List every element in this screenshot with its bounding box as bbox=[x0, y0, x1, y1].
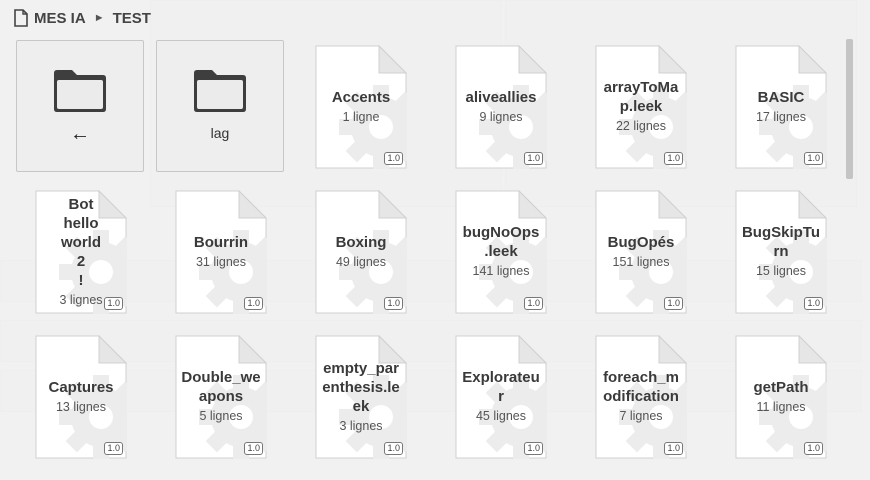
file-tile[interactable]: BASIC 17 lignes 1.0 bbox=[735, 45, 827, 169]
version-badge: 1.0 bbox=[384, 297, 403, 310]
document-icon bbox=[35, 335, 127, 459]
file-tile[interactable]: Accents 1 ligne 1.0 bbox=[315, 45, 407, 169]
file-line-count: 151 lignes bbox=[612, 255, 670, 269]
file-tile[interactable]: Boxing 49 lignes 1.0 bbox=[315, 190, 407, 314]
version-badge: 1.0 bbox=[384, 152, 403, 165]
version-badge: 1.0 bbox=[104, 442, 123, 455]
version-badge: 1.0 bbox=[524, 297, 543, 310]
file-name: Boxing bbox=[335, 234, 387, 251]
folder-icon bbox=[192, 67, 248, 118]
document-icon bbox=[175, 190, 267, 314]
file-line-count: 1 ligne bbox=[342, 110, 380, 124]
file-grid: ← lag Accents 1 ligne 1.0 aliveallies 9 lign… bbox=[0, 0, 840, 480]
file-tile[interactable]: empty_par enthesis.le ek 3 lignes 1.0 bbox=[315, 335, 407, 459]
file-name: empty_par enthesis.le ek bbox=[322, 360, 400, 415]
file-tile[interactable]: Double_we apons 5 lignes 1.0 bbox=[175, 335, 267, 459]
file-name: foreach_m odification bbox=[603, 369, 679, 405]
file-line-count: 7 lignes bbox=[619, 409, 663, 423]
version-badge: 1.0 bbox=[244, 442, 263, 455]
file-line-count: 45 lignes bbox=[475, 409, 527, 423]
file-name: getPath bbox=[753, 379, 809, 396]
document-icon bbox=[315, 45, 407, 169]
version-badge: 1.0 bbox=[664, 297, 683, 310]
file-line-count: 141 lignes bbox=[472, 264, 530, 278]
file-tile[interactable]: BugSkipTu rn 15 lignes 1.0 bbox=[735, 190, 827, 314]
version-badge: 1.0 bbox=[804, 152, 823, 165]
file-tile[interactable]: Captures 13 lignes 1.0 bbox=[35, 335, 127, 459]
file-name: arrayToMa p.leek bbox=[603, 79, 679, 115]
document-icon bbox=[735, 335, 827, 459]
file-name: BASIC bbox=[757, 89, 805, 106]
file-line-count: 22 lignes bbox=[615, 119, 667, 133]
version-badge: 1.0 bbox=[244, 297, 263, 310]
document-icon bbox=[735, 45, 827, 169]
file-name: bugNoOps .leek bbox=[462, 224, 540, 260]
file-line-count: 31 lignes bbox=[195, 255, 247, 269]
version-badge: 1.0 bbox=[664, 152, 683, 165]
version-badge: 1.0 bbox=[524, 442, 543, 455]
document-icon bbox=[315, 190, 407, 314]
file-name: Bot hello world 2! bbox=[61, 196, 101, 289]
file-name: Explorateu r bbox=[462, 369, 540, 405]
file-line-count: 11 lignes bbox=[756, 400, 806, 414]
back-arrow-label: ← bbox=[70, 123, 90, 145]
file-tile[interactable]: Explorateu r 45 lignes 1.0 bbox=[455, 335, 547, 459]
file-name: Bourrin bbox=[193, 234, 249, 251]
file-name: aliveallies bbox=[465, 89, 537, 106]
document-icon bbox=[595, 190, 687, 314]
file-tile[interactable]: bugNoOps .leek 141 lignes 1.0 bbox=[455, 190, 547, 314]
file-tile[interactable]: Bot hello world 2! 3 lignes 1.0 bbox=[35, 190, 127, 314]
parent-folder-tile[interactable]: ← bbox=[16, 40, 144, 172]
version-badge: 1.0 bbox=[804, 297, 823, 310]
file-browser-dialog: MES IA ► TEST ← lag Accents 1 ligne 1.0 a bbox=[0, 0, 870, 480]
file-tile[interactable]: foreach_m odification 7 lignes 1.0 bbox=[595, 335, 687, 459]
file-tile[interactable]: Bourrin 31 lignes 1.0 bbox=[175, 190, 267, 314]
version-badge: 1.0 bbox=[804, 442, 823, 455]
file-line-count: 49 lignes bbox=[335, 255, 387, 269]
version-badge: 1.0 bbox=[384, 442, 403, 455]
folder-label: lag bbox=[210, 125, 230, 141]
document-icon bbox=[455, 45, 547, 169]
version-badge: 1.0 bbox=[524, 152, 543, 165]
version-badge: 1.0 bbox=[104, 297, 123, 310]
scrollbar-thumb[interactable] bbox=[846, 39, 853, 179]
file-tile[interactable]: arrayToMa p.leek 22 lignes 1.0 bbox=[595, 45, 687, 169]
file-name: BugSkipTu rn bbox=[741, 224, 821, 260]
file-tile[interactable]: getPath 11 lignes 1.0 bbox=[735, 335, 827, 459]
file-line-count: 17 lignes bbox=[755, 110, 807, 124]
folder-tile-lag[interactable]: lag bbox=[156, 40, 284, 172]
file-tile[interactable]: BugOpés 151 lignes 1.0 bbox=[595, 190, 687, 314]
file-line-count: 9 lignes bbox=[479, 110, 523, 124]
file-name: Accents bbox=[331, 89, 391, 106]
file-line-count: 13 lignes bbox=[55, 400, 107, 414]
file-name: Captures bbox=[48, 379, 114, 396]
file-line-count: 3 lignes bbox=[339, 419, 383, 433]
version-badge: 1.0 bbox=[664, 442, 683, 455]
file-name: BugOpés bbox=[607, 234, 675, 251]
file-line-count: 15 lignes bbox=[755, 264, 807, 278]
file-tile[interactable]: aliveallies 9 lignes 1.0 bbox=[455, 45, 547, 169]
file-name: Double_we apons bbox=[181, 369, 261, 405]
folder-icon bbox=[52, 67, 108, 118]
file-line-count: 5 lignes bbox=[199, 409, 243, 423]
